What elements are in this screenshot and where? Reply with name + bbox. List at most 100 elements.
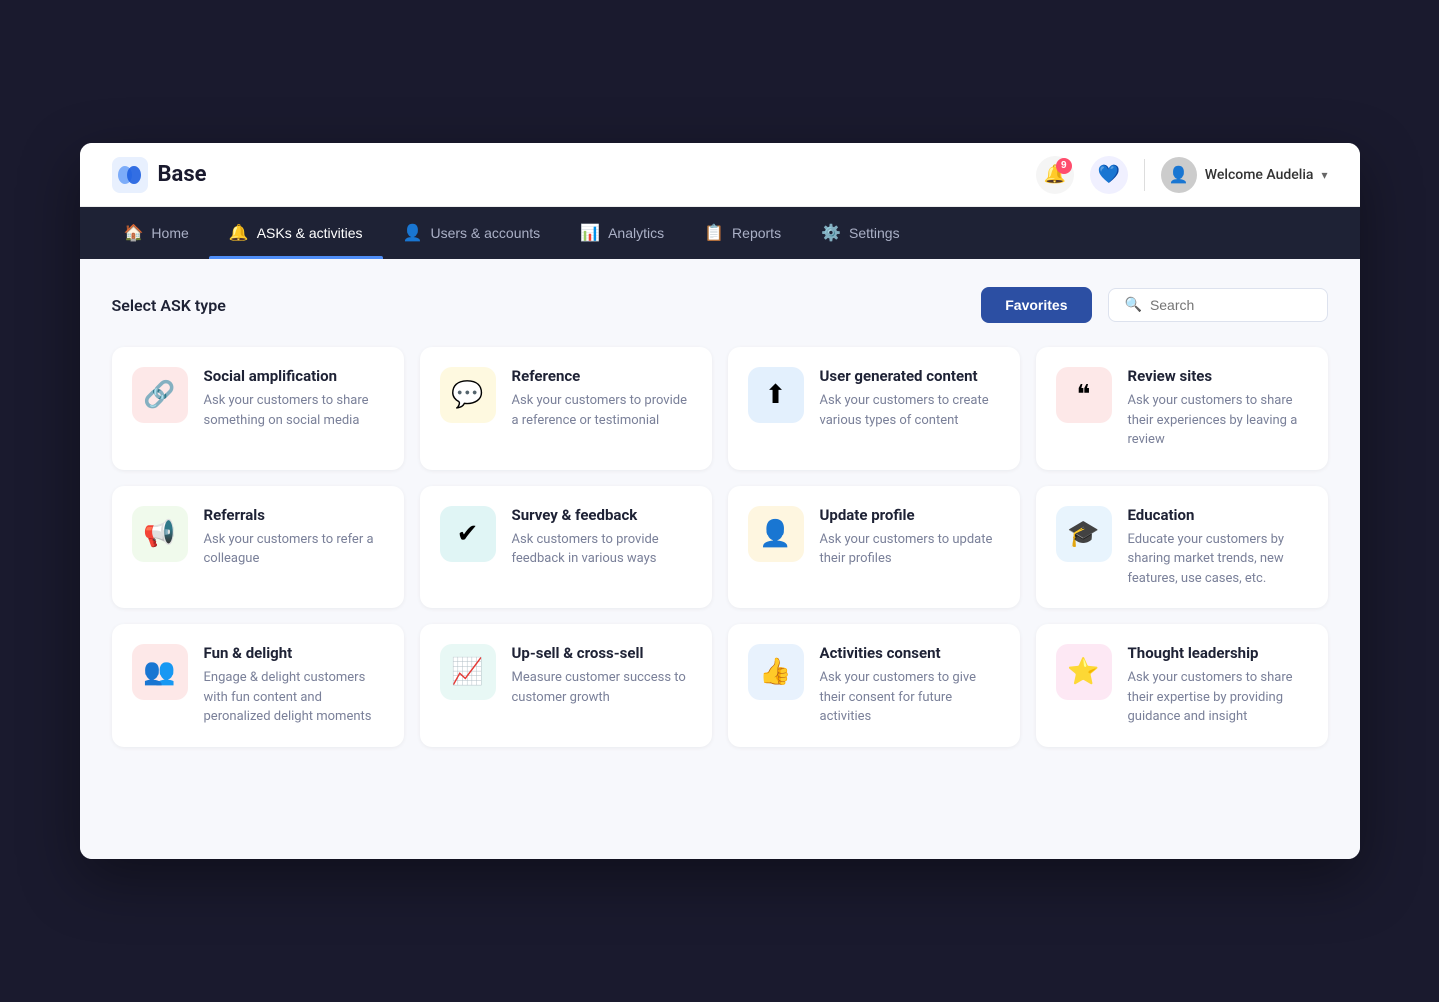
card-text: Survey & feedback Ask customers to provi… <box>512 506 692 569</box>
nav-item-analytics[interactable]: 📊 Analytics <box>560 207 684 259</box>
card-title: Update profile <box>820 506 1000 524</box>
card-text: Up-sell & cross-sell Measure customer su… <box>512 644 692 707</box>
card-icon-wrap: 👍 <box>748 644 804 700</box>
users-icon: 👤 <box>403 223 423 243</box>
update-profile-icon: 👤 <box>759 519 791 549</box>
asks-icon: 🔔 <box>229 223 249 243</box>
card-desc: Ask customers to provide feedback in var… <box>512 530 692 569</box>
card-icon-wrap: 🎓 <box>1056 506 1112 562</box>
reports-icon: 📋 <box>704 223 724 243</box>
nav-item-reports[interactable]: 📋 Reports <box>684 207 801 259</box>
favorites-button[interactable]: Favorites <box>981 287 1091 323</box>
card-text: Referrals Ask your customers to refer a … <box>204 506 384 569</box>
card-text: User generated content Ask your customer… <box>820 367 1000 430</box>
card-icon-wrap: 👥 <box>132 644 188 700</box>
notification-badge: 9 <box>1056 158 1072 174</box>
header-divider <box>1144 159 1145 191</box>
card-title: Social amplification <box>204 367 384 385</box>
chevron-down-icon: ▾ <box>1321 168 1327 182</box>
card-upsell-crosssell[interactable]: 📈 Up-sell & cross-sell Measure customer … <box>420 624 712 747</box>
fun-delight-icon: 👥 <box>143 657 175 687</box>
welcome-text: Welcome Audelia <box>1205 167 1314 183</box>
card-survey-feedback[interactable]: ✔ Survey & feedback Ask customers to pro… <box>420 486 712 609</box>
card-desc: Measure customer success to customer gro… <box>512 668 692 707</box>
header-right: 🔔 9 💙 👤 Welcome Audelia ▾ <box>1036 156 1328 194</box>
page-title: Select ASK type <box>112 296 226 315</box>
card-icon-wrap: ⭐ <box>1056 644 1112 700</box>
app-name: Base <box>158 162 207 187</box>
card-text: Activities consent Ask your customers to… <box>820 644 1000 727</box>
card-user-generated-content[interactable]: ⬆ User generated content Ask your custom… <box>728 347 1020 470</box>
card-icon-wrap: ⬆ <box>748 367 804 423</box>
card-desc: Ask your customers to provide a referenc… <box>512 391 692 430</box>
card-desc: Ask your customers to share their experi… <box>1128 391 1308 450</box>
notification-button[interactable]: 🔔 9 <box>1036 156 1074 194</box>
card-title: Review sites <box>1128 367 1308 385</box>
nav-item-asks[interactable]: 🔔 ASKs & activities <box>209 207 383 259</box>
nav-item-settings[interactable]: ⚙️ Settings <box>801 207 920 259</box>
nav-item-users[interactable]: 👤 Users & accounts <box>383 207 561 259</box>
card-review-sites[interactable]: ❝ Review sites Ask your customers to sha… <box>1036 347 1328 470</box>
card-text: Review sites Ask your customers to share… <box>1128 367 1308 450</box>
user-generated-content-icon: ⬆ <box>765 380 787 410</box>
cards-grid: 🔗 Social amplification Ask your customer… <box>112 347 1328 747</box>
card-title: Thought leadership <box>1128 644 1308 662</box>
logo-icon <box>112 157 148 193</box>
card-title: Referrals <box>204 506 384 524</box>
card-icon-wrap: ✔ <box>440 506 496 562</box>
card-reference[interactable]: 💬 Reference Ask your customers to provid… <box>420 347 712 470</box>
card-activities-consent[interactable]: 👍 Activities consent Ask your customers … <box>728 624 1020 747</box>
referrals-icon: 📢 <box>143 519 175 549</box>
heart-button[interactable]: 💙 <box>1090 156 1128 194</box>
card-desc: Ask your customers to give their consent… <box>820 668 1000 727</box>
upsell-crosssell-icon: 📈 <box>451 657 483 687</box>
card-desc: Ask your customers to refer a colleague <box>204 530 384 569</box>
card-text: Update profile Ask your customers to upd… <box>820 506 1000 569</box>
browser-window: Base 🔔 9 💙 👤 Welcome Audelia ▾ 🏠 Home 🔔 … <box>80 143 1360 859</box>
card-desc: Engage & delight customers with fun cont… <box>204 668 384 727</box>
card-text: Education Educate your customers by shar… <box>1128 506 1308 589</box>
card-referrals[interactable]: 📢 Referrals Ask your customers to refer … <box>112 486 404 609</box>
search-icon: 🔍 <box>1125 297 1142 313</box>
card-icon-wrap: 📢 <box>132 506 188 562</box>
user-menu[interactable]: 👤 Welcome Audelia ▾ <box>1161 157 1328 193</box>
card-education[interactable]: 🎓 Education Educate your customers by sh… <box>1036 486 1328 609</box>
card-desc: Educate your customers by sharing market… <box>1128 530 1308 589</box>
card-text: Reference Ask your customers to provide … <box>512 367 692 430</box>
review-sites-icon: ❝ <box>1077 380 1091 410</box>
card-text: Fun & delight Engage & delight customers… <box>204 644 384 727</box>
home-icon: 🏠 <box>124 223 144 243</box>
survey-feedback-icon: ✔ <box>457 519 479 549</box>
app-header: Base 🔔 9 💙 👤 Welcome Audelia ▾ <box>80 143 1360 207</box>
card-text: Social amplification Ask your customers … <box>204 367 384 430</box>
search-box: 🔍 <box>1108 288 1328 322</box>
card-desc: Ask your customers to share their expert… <box>1128 668 1308 727</box>
activities-consent-icon: 👍 <box>759 657 791 687</box>
card-desc: Ask your customers to update their profi… <box>820 530 1000 569</box>
card-update-profile[interactable]: 👤 Update profile Ask your customers to u… <box>728 486 1020 609</box>
card-fun-delight[interactable]: 👥 Fun & delight Engage & delight custome… <box>112 624 404 747</box>
search-input[interactable] <box>1150 297 1311 313</box>
reference-icon: 💬 <box>451 380 483 410</box>
nav-item-home[interactable]: 🏠 Home <box>104 207 209 259</box>
card-title: Education <box>1128 506 1308 524</box>
card-title: Fun & delight <box>204 644 384 662</box>
card-title: Up-sell & cross-sell <box>512 644 692 662</box>
thought-leadership-icon: ⭐ <box>1067 657 1099 687</box>
page-header: Select ASK type Favorites 🔍 <box>112 287 1328 323</box>
avatar: 👤 <box>1161 157 1197 193</box>
main-content: Select ASK type Favorites 🔍 🔗 Social amp… <box>80 259 1360 859</box>
card-thought-leadership[interactable]: ⭐ Thought leadership Ask your customers … <box>1036 624 1328 747</box>
social-amplification-icon: 🔗 <box>143 380 175 410</box>
education-icon: 🎓 <box>1067 519 1099 549</box>
card-title: Reference <box>512 367 692 385</box>
card-title: Survey & feedback <box>512 506 692 524</box>
card-icon-wrap: 💬 <box>440 367 496 423</box>
card-icon-wrap: 👤 <box>748 506 804 562</box>
card-icon-wrap: 📈 <box>440 644 496 700</box>
card-social-amplification[interactable]: 🔗 Social amplification Ask your customer… <box>112 347 404 470</box>
settings-icon: ⚙️ <box>821 223 841 243</box>
card-text: Thought leadership Ask your customers to… <box>1128 644 1308 727</box>
header-actions: Favorites 🔍 <box>981 287 1327 323</box>
card-title: Activities consent <box>820 644 1000 662</box>
